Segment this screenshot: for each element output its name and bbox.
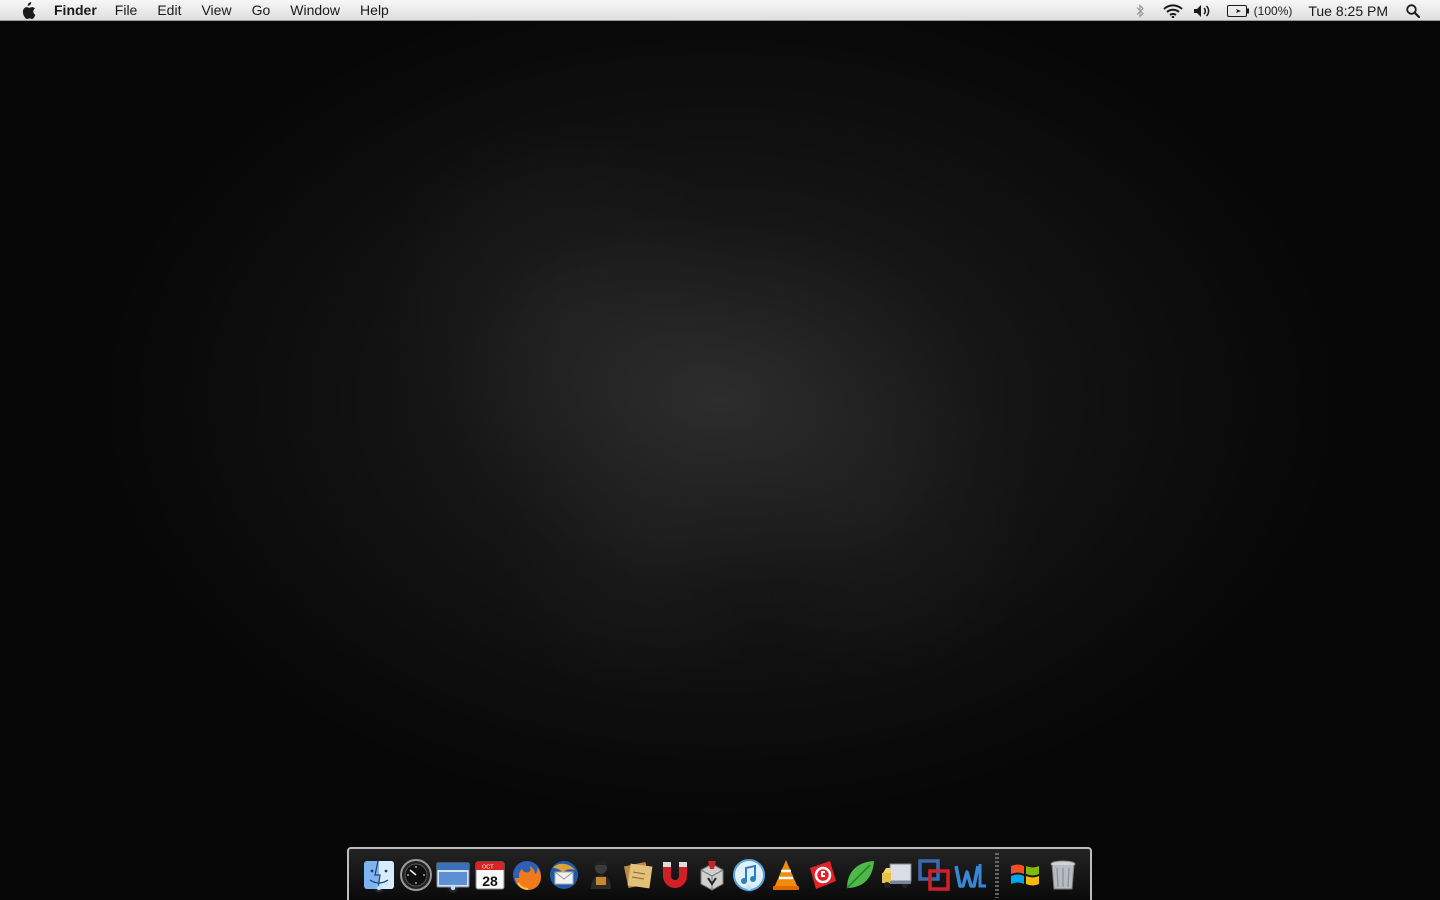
- apple-menu-icon[interactable]: [18, 1, 38, 21]
- app-menu-finder[interactable]: Finder: [54, 0, 97, 21]
- battery-icon: [1226, 4, 1249, 17]
- menu-file[interactable]: File: [115, 0, 138, 21]
- magnet-icon: [663, 862, 687, 888]
- vlc-icon: [773, 860, 799, 890]
- windows-icon: [1011, 864, 1039, 886]
- dock-windows[interactable]: [1008, 858, 1042, 892]
- dock: OCT 28: [347, 847, 1092, 900]
- menu-view[interactable]: View: [201, 0, 231, 21]
- menu-bar: Finder File Edit View Go Window Help (10…: [0, 0, 1440, 21]
- dashboard-icon: [400, 859, 432, 891]
- dock-vlc[interactable]: [769, 858, 803, 892]
- firefox-icon: [513, 861, 541, 890]
- running-indicator: [451, 886, 455, 890]
- stickies-icon: [623, 861, 653, 889]
- dock-dashboard[interactable]: [399, 858, 433, 892]
- dock-ical[interactable]: OCT 28: [473, 858, 507, 892]
- dock-vmware[interactable]: [917, 858, 951, 892]
- volume-icon[interactable]: [1193, 0, 1213, 21]
- dock-itunes[interactable]: [732, 858, 766, 892]
- spotlight-search-icon[interactable]: [1406, 0, 1420, 21]
- battery-percentage: (100%): [1253, 3, 1293, 18]
- word-icon: [954, 864, 986, 888]
- dock-user-app[interactable]: [584, 858, 618, 892]
- vmware-icon: [918, 859, 950, 891]
- menu-help[interactable]: Help: [360, 0, 389, 21]
- dock-transmit[interactable]: [880, 858, 914, 892]
- installer-icon: [700, 861, 724, 891]
- dock-magnet[interactable]: [658, 858, 692, 892]
- menu-clock[interactable]: Tue 8:25 PM: [1308, 3, 1388, 19]
- dock-thunderbird[interactable]: [547, 858, 581, 892]
- leaf-icon: [846, 861, 874, 889]
- ccleaner-icon: [810, 861, 836, 889]
- dock-finder[interactable]: [362, 858, 396, 892]
- desktop-background[interactable]: [0, 0, 1440, 900]
- dock-installer[interactable]: [695, 858, 729, 892]
- menu-go[interactable]: Go: [252, 0, 271, 21]
- transmit-icon: [882, 863, 912, 888]
- bluetooth-icon[interactable]: [1135, 0, 1145, 21]
- menu-window[interactable]: Window: [290, 0, 340, 21]
- adium-user-icon: [591, 861, 611, 889]
- dock-separator[interactable]: [995, 853, 999, 898]
- menu-edit[interactable]: Edit: [157, 0, 181, 21]
- dock-word[interactable]: [954, 858, 988, 892]
- thunderbird-icon: [550, 861, 578, 889]
- dock-trash[interactable]: [1046, 858, 1080, 892]
- ical-month-label: OCT: [482, 865, 494, 871]
- running-indicator: [377, 886, 381, 890]
- trash-icon: [1050, 860, 1076, 890]
- wifi-icon[interactable]: [1162, 0, 1183, 21]
- dock-ccleaner[interactable]: [806, 858, 840, 892]
- ical-date-label: 28: [482, 873, 498, 889]
- dock-window-app[interactable]: [436, 858, 470, 892]
- dock-firefox[interactable]: [510, 858, 544, 892]
- dock-stickies[interactable]: [621, 858, 655, 892]
- ical-icon: OCT 28: [475, 861, 505, 890]
- battery-status[interactable]: (100%): [1226, 0, 1293, 21]
- running-indicator: [747, 886, 751, 890]
- dock-leaf-app[interactable]: [843, 858, 877, 892]
